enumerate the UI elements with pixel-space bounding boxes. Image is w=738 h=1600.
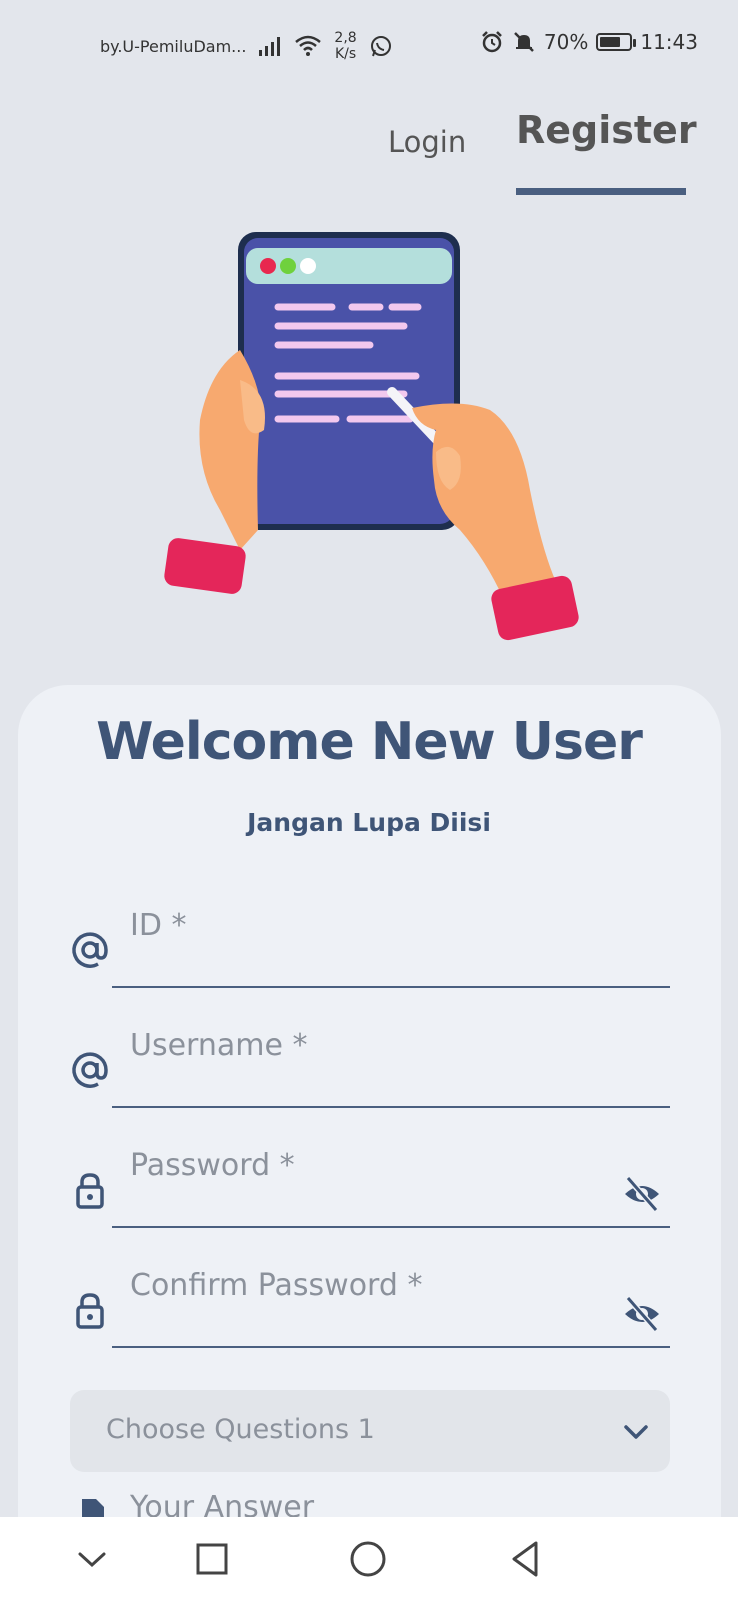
- username-label: Username *: [130, 1028, 308, 1063]
- question-select-value: Choose Questions 1: [106, 1414, 375, 1445]
- network-speed-value: 2,8: [334, 30, 357, 46]
- status-left: by.U-PemiluDam... 2,8 K/s: [100, 30, 393, 62]
- status-right: 70% 11:43: [480, 30, 698, 54]
- network-speed: 2,8 K/s: [334, 30, 356, 62]
- signal-icon: [259, 37, 281, 56]
- wifi-icon: [295, 35, 322, 56]
- carrier-name: by.U-PemiluDam...: [100, 36, 247, 56]
- page-title: Welcome New User: [96, 712, 643, 772]
- at-sign-icon: [72, 932, 108, 968]
- id-underline: [112, 986, 670, 988]
- network-speed-unit: K/s: [334, 46, 357, 62]
- system-nav-bar: [0, 1517, 738, 1600]
- password-underline: [112, 1226, 670, 1228]
- confirm-password-label: Confirm Password *: [130, 1268, 423, 1303]
- home-circle-icon[interactable]: [346, 1537, 390, 1581]
- eye-off-icon[interactable]: [622, 1174, 662, 1214]
- lock-icon: [76, 1173, 104, 1209]
- mute-bell-icon: [514, 32, 534, 52]
- at-sign-icon: [72, 1052, 108, 1088]
- active-tab-indicator: [516, 188, 686, 195]
- back-triangle-icon[interactable]: [504, 1537, 548, 1581]
- clock: 11:43: [640, 30, 698, 54]
- confirm-password-field[interactable]: Confirm Password *: [70, 1258, 670, 1348]
- tab-login[interactable]: Login: [388, 125, 466, 159]
- battery-level: [600, 37, 620, 47]
- recents-square-icon[interactable]: [190, 1537, 234, 1581]
- eye-off-icon[interactable]: [622, 1294, 662, 1334]
- id-field[interactable]: ID *: [70, 898, 670, 988]
- alarm-icon: [482, 31, 502, 53]
- id-label: ID *: [130, 908, 187, 943]
- username-underline: [112, 1106, 670, 1108]
- tablet-writing-illustration: [164, 232, 579, 641]
- battery-icon: [596, 33, 637, 51]
- question-select[interactable]: Choose Questions 1: [70, 1390, 670, 1472]
- tab-register[interactable]: Register: [516, 108, 697, 152]
- nav-collapse-chevron-icon[interactable]: [70, 1537, 114, 1581]
- confirm-password-underline: [112, 1346, 670, 1348]
- battery-percent: 70%: [543, 30, 589, 54]
- chevron-down-icon: [624, 1425, 648, 1439]
- page-subtitle: Jangan Lupa Diisi: [247, 808, 491, 837]
- username-field[interactable]: Username *: [70, 1018, 670, 1108]
- password-field[interactable]: Password *: [70, 1138, 670, 1228]
- whatsapp-icon: [370, 36, 391, 57]
- password-label: Password *: [130, 1148, 295, 1183]
- status-bar: by.U-PemiluDam... 2,8 K/s 70% 11:43: [0, 0, 738, 90]
- lock-icon: [76, 1293, 104, 1329]
